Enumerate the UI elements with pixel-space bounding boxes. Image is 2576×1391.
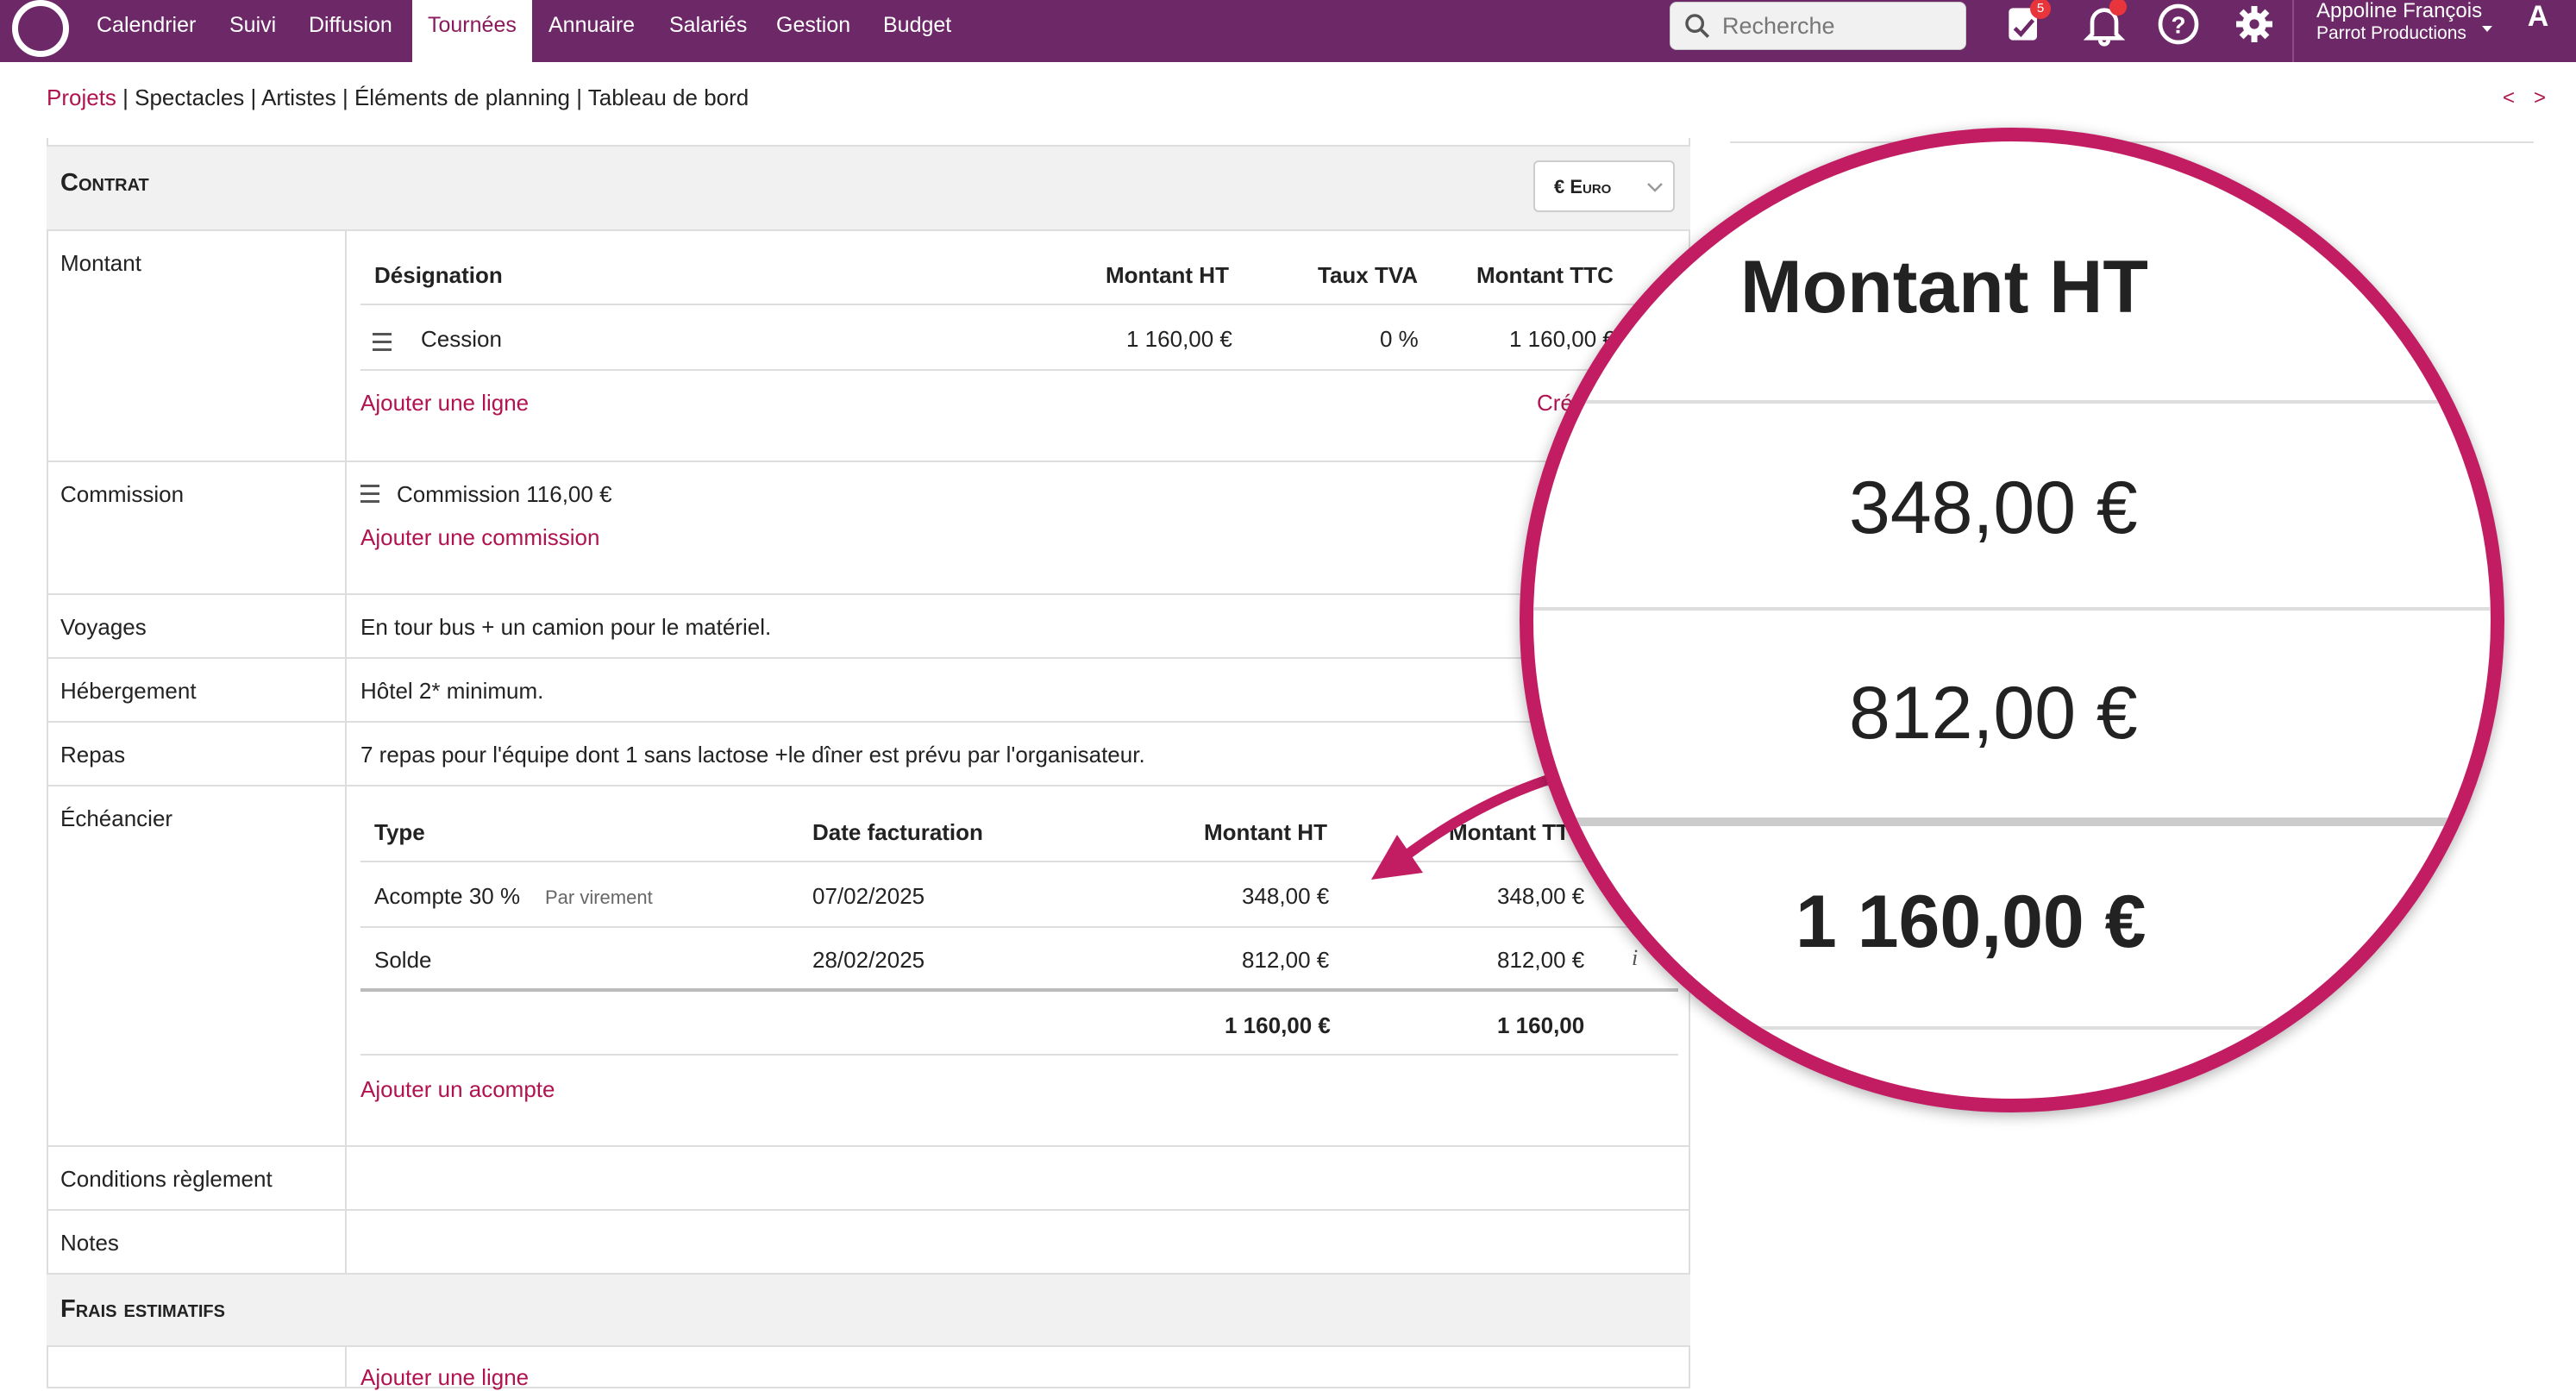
prev-arrow[interactable]: <: [2503, 86, 2515, 110]
designation-cell: Cession: [421, 326, 502, 352]
add-commission-link[interactable]: Ajouter une commission: [360, 524, 599, 551]
ht-cell: 1 160,00 €: [1126, 326, 1232, 352]
tva-cell: 0 %: [1380, 326, 1419, 352]
col-type: Type: [374, 819, 425, 845]
divider: [1533, 1026, 2491, 1030]
echeance-type: Solde: [374, 947, 432, 973]
nav-diffusion[interactable]: Diffusion: [293, 0, 408, 62]
total-ht: 1 160,00 €: [1225, 1012, 1331, 1038]
echeance-ht: 812,00 €: [1242, 947, 1330, 973]
echeance-date: 28/02/2025: [812, 947, 925, 973]
notes-row: [47, 1209, 1690, 1275]
montant-label: Montant: [60, 250, 141, 276]
hebergement-value: Hôtel 2* minimum.: [360, 678, 544, 704]
hebergement-label: Hébergement: [60, 678, 197, 704]
col-montant-ttc: Montant TTC: [1476, 262, 1614, 288]
echeance-ht: 348,00 €: [1242, 883, 1330, 909]
conditions-label: Conditions règlement: [60, 1166, 273, 1192]
search-placeholder: Recherche: [1722, 13, 1835, 39]
bell-icon[interactable]: [2080, 0, 2128, 48]
zoom-value-3: 1 160,00 €: [1796, 880, 2147, 963]
contract-section-header: Contrat: [47, 145, 1690, 229]
col-taux-tva: Taux TVA: [1318, 262, 1419, 288]
col-date: Date facturation: [812, 819, 983, 845]
frais-section-header: Frais estimatifs: [47, 1273, 1690, 1347]
nav-annuaire[interactable]: Annuaire: [533, 0, 650, 62]
zoom-magnifier: Montant HT 348,00 € 812,00 € 1 160,00 €: [1520, 128, 2504, 1112]
help-icon[interactable]: ?: [2154, 0, 2203, 48]
echeancier-label: Échéancier: [60, 805, 173, 831]
breadcrumb-rest[interactable]: | Spectacles | Artistes | Éléments de pl…: [116, 85, 749, 110]
commission-row: [47, 461, 1690, 595]
search-input[interactable]: Recherche: [1670, 2, 1966, 50]
user-company: Parrot Productions: [2316, 23, 2466, 43]
drag-handle-icon[interactable]: [373, 333, 392, 356]
zoom-value-2: 812,00 €: [1849, 672, 2138, 755]
add-line-link[interactable]: Ajouter une ligne: [360, 390, 529, 417]
gear-icon[interactable]: [2230, 0, 2278, 48]
nav-tournees[interactable]: Tournées: [412, 0, 532, 62]
commission-label: Commission: [60, 481, 185, 507]
nav-suivi[interactable]: Suivi: [214, 0, 291, 62]
conditions-row: [47, 1145, 1690, 1211]
add-acompte-link[interactable]: Ajouter un acompte: [360, 1076, 555, 1103]
ttc-cell: 1 160,00 €: [1509, 326, 1615, 352]
divider: [360, 304, 1678, 305]
zoom-value-1: 348,00 €: [1849, 467, 2138, 549]
nav-salaries[interactable]: Salariés: [654, 0, 762, 62]
col-montant-ht: Montant HT: [1106, 262, 1229, 288]
breadcrumb: Projets | Spectacles | Artistes | Élémen…: [47, 85, 749, 111]
col-designation: Désignation: [374, 262, 503, 288]
divider: [1533, 818, 2491, 826]
user-menu[interactable]: Appoline François Parrot Productions: [2316, 0, 2482, 45]
col-echeance-ht: Montant HT: [1204, 819, 1327, 845]
section-title: Contrat: [60, 169, 149, 197]
divider: [1533, 607, 2491, 611]
section-title: Frais estimatifs: [60, 1295, 225, 1323]
divider: [1533, 400, 2491, 404]
echeance-date: 07/02/2025: [812, 883, 925, 909]
user-name: Appoline François: [2316, 0, 2483, 22]
voyages-label: Voyages: [60, 614, 147, 640]
callout-arrow: [1371, 771, 1564, 880]
zoom-header: Montant HT: [1740, 246, 2148, 329]
montant-row: [47, 229, 1690, 462]
next-arrow[interactable]: >: [2534, 86, 2546, 110]
notes-label: Notes: [60, 1230, 119, 1256]
commission-value: Commission 116,00 €: [397, 481, 612, 507]
divider: [360, 369, 1678, 371]
repas-label: Repas: [60, 742, 126, 768]
frais-row: [47, 1345, 1690, 1388]
info-icon[interactable]: i: [1632, 945, 1638, 971]
echeance-type: Acompte 30 %: [374, 883, 521, 909]
hebergement-row: [47, 657, 1690, 723]
voyages-value: En tour bus + un camion pour le matériel…: [360, 614, 772, 640]
add-frais-link[interactable]: Ajouter une ligne: [360, 1364, 529, 1391]
repas-value: 7 repas pour l'équipe dont 1 sans lactos…: [360, 742, 1145, 768]
payment-mode: Par virement: [545, 887, 653, 908]
svg-text:?: ?: [2171, 12, 2185, 39]
voyages-row: [47, 593, 1690, 659]
drag-handle-icon[interactable]: [360, 485, 379, 508]
currency-select[interactable]: € Euro: [1533, 160, 1675, 212]
app-logo[interactable]: [12, 0, 69, 57]
divider: [360, 988, 1678, 992]
chevron-down-icon: [1647, 183, 1663, 192]
divider: [360, 926, 1678, 928]
divider: [360, 1054, 1678, 1056]
nav-budget[interactable]: Budget: [868, 0, 967, 62]
chevron-down-icon: [2482, 26, 2492, 32]
currency-value: € Euro: [1554, 176, 1612, 197]
breadcrumb-projets[interactable]: Projets: [47, 85, 116, 110]
echeance-ttc: 812,00 €: [1497, 947, 1585, 973]
tasks-icon[interactable]: 5: [2001, 0, 2051, 48]
nav-calendrier[interactable]: Calendrier: [81, 0, 211, 62]
avatar[interactable]: A: [2514, 0, 2562, 34]
nav-gestion[interactable]: Gestion: [761, 0, 866, 62]
toolbar-divider: [2292, 0, 2294, 62]
search-icon: [1683, 11, 1710, 39]
top-navbar: Calendrier Suivi Diffusion Tournées Annu…: [0, 0, 2576, 62]
